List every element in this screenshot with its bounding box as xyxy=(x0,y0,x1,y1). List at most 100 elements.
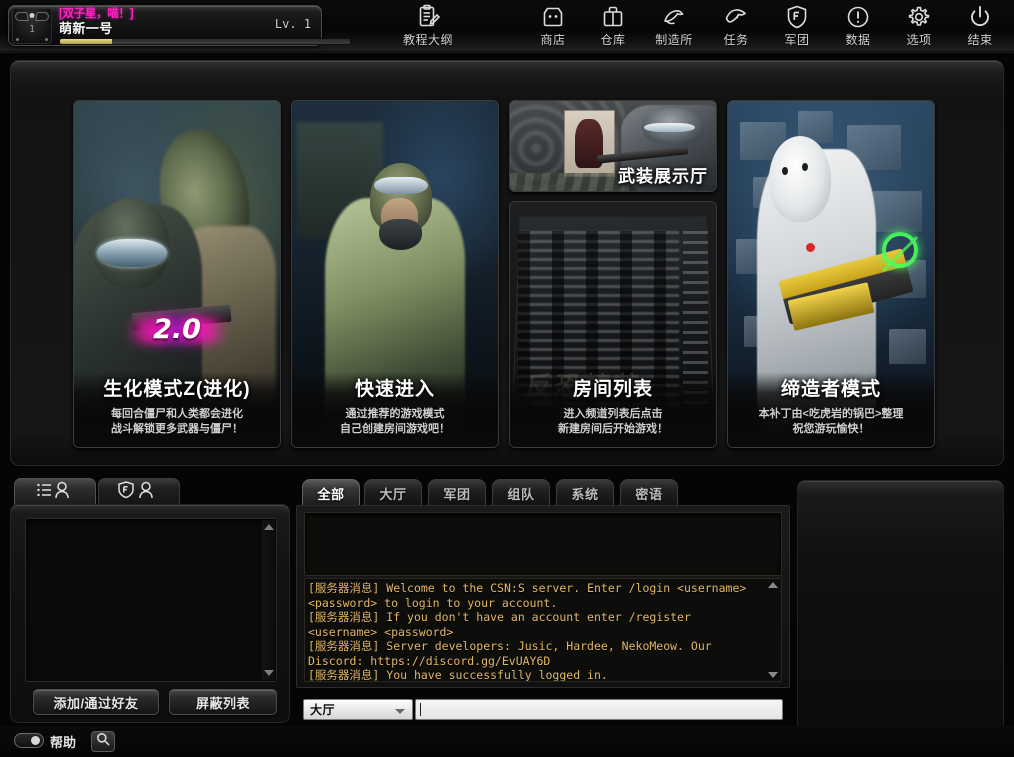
avatar-emblem-icon xyxy=(29,12,35,18)
mode-card-room-list[interactable]: 反恐精英 房间列表 进入频道列表后点击 新建房间后开始游戏！ xyxy=(509,201,717,448)
tab-friend-list[interactable] xyxy=(14,478,96,506)
block-list-button[interactable]: 屏蔽列表 xyxy=(169,689,277,715)
nav-label-stats: 数据 xyxy=(845,33,871,47)
inventory-icon xyxy=(600,2,626,32)
stats-icon xyxy=(845,2,871,32)
nav-label-tutorial: 教程大纲 xyxy=(402,33,453,47)
quit-icon xyxy=(967,2,993,32)
chat-message-log[interactable]: [服务器消息] Welcome to the CSN:S server. Ent… xyxy=(304,578,782,682)
roomlist-card-sub-1: 进入频道列表后点击 xyxy=(563,408,663,420)
right-side-panel xyxy=(797,480,1004,732)
help-label: 帮助 xyxy=(50,735,77,750)
clan-icon xyxy=(784,2,810,32)
creator-art-dummy-head xyxy=(769,135,831,223)
chat-notice-area xyxy=(304,512,782,576)
nav-label-shop: 商店 xyxy=(540,33,566,47)
avatar-level-number: 1 xyxy=(28,23,36,35)
shop-icon xyxy=(540,2,566,32)
top-bar: 1 [双子星，喵！] 萌新一号 Lv. 1 教程大纲 商店 仓库 制造所 任务 … xyxy=(0,0,1014,55)
game-lobby-screen: 1 [双子星，喵！] 萌新一号 Lv. 1 教程大纲 商店 仓库 制造所 任务 … xyxy=(0,0,1014,757)
player-xp-bar xyxy=(59,38,351,45)
nav-label-craft: 制造所 xyxy=(655,33,693,47)
mode-card-creator[interactable]: 缔造者模式 本补丁由<吃虎岩的锅巴>整理 祝您游玩愉快！ xyxy=(727,100,935,448)
mode-card-weapon-showroom[interactable]: 武装展示厅 xyxy=(509,100,717,192)
nav-item-quit[interactable]: 结束 xyxy=(944,2,1014,52)
chat-channel-value: 大厅 xyxy=(310,703,336,717)
nav-label-quest: 任务 xyxy=(723,33,749,47)
avatar-pin-left xyxy=(16,37,19,41)
mode-card-quick-entry[interactable]: 快速进入 通过推荐的游戏模式 自己创建房间游戏吧！ xyxy=(291,100,499,448)
creator-card-title: 缔造者模式 xyxy=(780,379,881,400)
chat-panel: [服务器消息] Welcome to the CSN:S server. Ent… xyxy=(296,505,790,688)
bottom-bar: 帮助 战场补给 密码箱 xyxy=(0,726,1014,757)
quick-art-goggles xyxy=(374,177,428,195)
quick-card-sub-2: 自己创建房间游戏吧！ xyxy=(340,423,450,435)
friend-list-scrollbar[interactable] xyxy=(262,520,275,680)
zombie-card-sub-2: 战斗解锁更多武器与僵尸！ xyxy=(111,423,243,435)
zombie-card-sub-1: 每回合僵尸和人类都会进化 xyxy=(111,408,243,420)
search-button[interactable] xyxy=(91,731,115,752)
chat-message: [服务器消息] Welcome to the CSN:S server. Ent… xyxy=(308,581,754,610)
help-toggle[interactable] xyxy=(14,733,44,748)
avatar-pin-right xyxy=(45,37,48,41)
zombie-card-title: 生化模式Z(进化) xyxy=(103,379,251,400)
chat-tab-lobby[interactable]: 大厅 xyxy=(364,479,422,506)
friends-tab-bar xyxy=(10,478,290,506)
nav-label-clan: 军团 xyxy=(784,33,810,47)
chat-scroll-up-icon[interactable] xyxy=(768,582,778,588)
chat-channel-select[interactable]: 大厅 xyxy=(303,699,413,720)
friend-list-icon xyxy=(36,481,74,504)
scroll-down-icon[interactable] xyxy=(263,670,274,676)
chat-message: [服务器消息] You have successfully logged in. xyxy=(308,668,608,682)
roomlist-card-sub-2: 新建房间后开始游戏！ xyxy=(558,423,668,435)
chat-tab-team[interactable]: 组队 xyxy=(492,479,550,506)
avatar-frame-right xyxy=(35,11,50,21)
quick-art-mask xyxy=(378,218,422,250)
chat-scroll-down-icon[interactable] xyxy=(768,672,778,678)
showroom-art-visor xyxy=(643,122,696,133)
chat-scrollbar[interactable] xyxy=(766,580,780,680)
avatar: 1 xyxy=(12,7,52,44)
quick-card-sub-1: 通过推荐的游戏模式 xyxy=(345,408,445,420)
roomlist-card-caption: 房间列表 进入频道列表后点击 新建房间后开始游戏！ xyxy=(510,372,716,447)
creator-art-dummy-eye-left xyxy=(781,166,788,175)
showroom-art-target xyxy=(563,110,616,177)
player-xp-fill xyxy=(60,39,113,44)
showroom-card-title: 武装展示厅 xyxy=(618,167,708,186)
chat-tab-clan[interactable]: 军团 xyxy=(428,479,486,506)
chevron-down-icon xyxy=(395,709,405,714)
zombie-art-visor xyxy=(96,239,167,268)
text-caret xyxy=(420,703,421,716)
toggle-knob xyxy=(31,736,40,745)
nav-item-tutorial[interactable]: 教程大纲 xyxy=(392,2,464,52)
scroll-up-icon[interactable] xyxy=(263,524,274,530)
quest-icon xyxy=(723,2,749,32)
clan-friend-icon xyxy=(117,481,161,504)
game-modes-panel: 2.0 生化模式Z(进化) 每回合僵尸和人类都会进化 战斗解锁更多武器与僵尸！ xyxy=(10,60,1004,466)
nav-label-options: 选项 xyxy=(906,33,932,47)
clipboard-icon xyxy=(415,2,441,32)
chat-message: [服务器消息] If you don't have an account ent… xyxy=(308,610,698,639)
main-nav: 教程大纲 商店 仓库 制造所 任务 军团 数据 选项 结束 xyxy=(330,0,1014,55)
player-card[interactable]: 1 [双子星，喵！] 萌新一号 Lv. 1 xyxy=(8,5,351,46)
chat-tab-system[interactable]: 系统 xyxy=(556,479,614,506)
chat-tab-all[interactable]: 全部 xyxy=(302,479,360,506)
chat-tab-whisper[interactable]: 密语 xyxy=(620,479,678,506)
nav-label-quit: 结束 xyxy=(967,33,993,47)
friends-panel: 添加/通过好友 屏蔽列表 xyxy=(10,504,290,723)
add-friend-button[interactable]: 添加/通过好友 xyxy=(33,689,159,715)
chat-input[interactable] xyxy=(415,699,783,720)
creator-art-energy-ring xyxy=(881,232,918,269)
friend-list[interactable] xyxy=(25,518,277,682)
tab-clan-friend[interactable] xyxy=(98,478,180,506)
creator-card-sub-2: 祝您游玩愉快！ xyxy=(792,423,870,435)
zombie-card-caption: 生化模式Z(进化) 每回合僵尸和人类都会进化 战斗解锁更多武器与僵尸！ xyxy=(74,372,280,447)
version-badge: 2.0 xyxy=(153,314,201,345)
mode-card-zombie-z[interactable]: 2.0 生化模式Z(进化) 每回合僵尸和人类都会进化 战斗解锁更多武器与僵尸！ xyxy=(73,100,281,448)
quick-card-caption: 快速进入 通过推荐的游戏模式 自己创建房间游戏吧！ xyxy=(292,372,498,447)
options-icon xyxy=(906,2,932,32)
player-level: Lv. 1 xyxy=(274,17,311,31)
creator-card-caption: 缔造者模式 本补丁由<吃虎岩的锅巴>整理 祝您游玩愉快！ xyxy=(728,372,934,447)
nav-label-inventory: 仓库 xyxy=(600,33,626,47)
quick-card-title: 快速进入 xyxy=(354,379,435,400)
